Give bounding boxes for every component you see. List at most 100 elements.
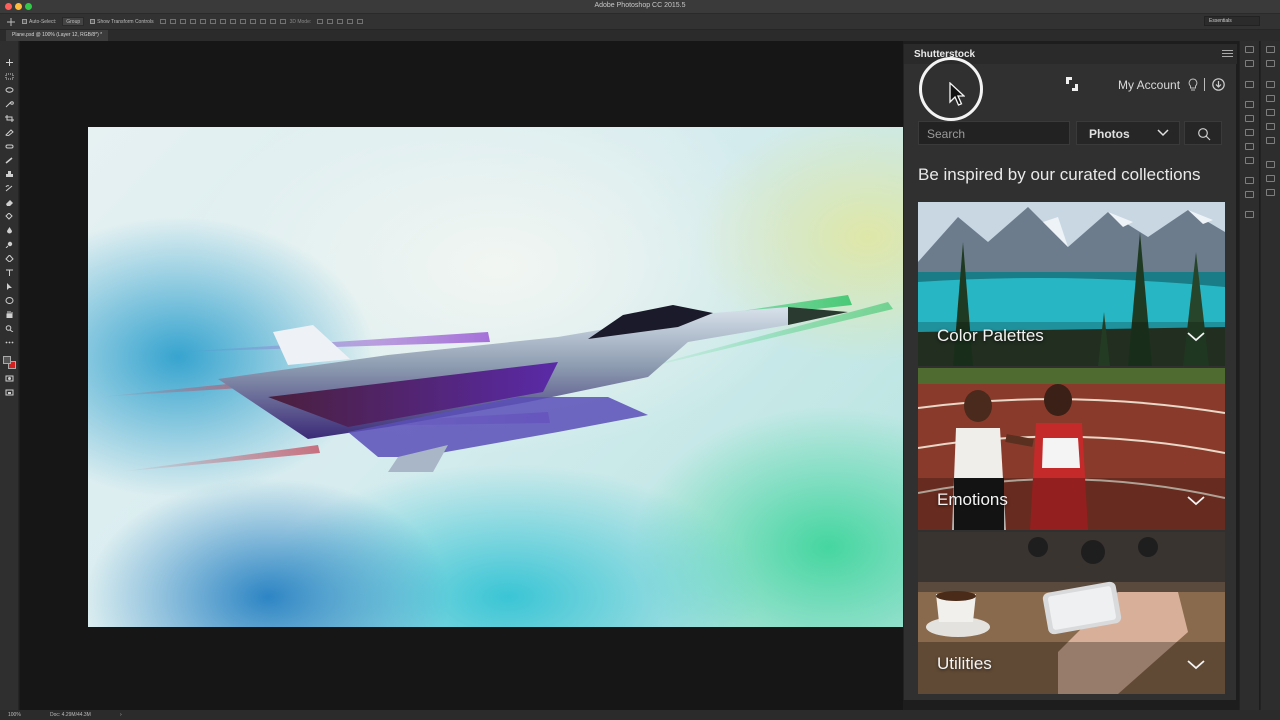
layers-panel-icon[interactable] xyxy=(1266,46,1275,53)
libraries-panel-icon[interactable] xyxy=(1266,137,1275,144)
history-brush-tool[interactable] xyxy=(5,185,14,192)
foreground-color-swatch[interactable] xyxy=(3,356,11,364)
search-input[interactable]: Search xyxy=(918,121,1070,145)
align-right-icon[interactable] xyxy=(209,19,216,24)
zoom-tool[interactable] xyxy=(5,325,14,332)
type-tool[interactable] xyxy=(5,269,14,276)
auto-align-icon[interactable] xyxy=(279,19,286,24)
actions-panel-icon[interactable] xyxy=(1245,157,1254,164)
paths-panel-icon[interactable] xyxy=(1266,81,1275,88)
distribute-middle-icon[interactable] xyxy=(229,19,236,24)
chevron-down-icon[interactable] xyxy=(1187,496,1205,506)
adjustments-panel-icon[interactable] xyxy=(1245,115,1254,122)
clone-stamp-tool[interactable] xyxy=(5,171,14,178)
eraser-icon xyxy=(6,200,13,206)
measurement-panel-icon[interactable] xyxy=(1266,189,1275,196)
align-left-icon[interactable] xyxy=(189,19,196,24)
distribute-bottom-icon[interactable] xyxy=(239,19,246,24)
document-size[interactable]: Doc: 4.29M/44.3M xyxy=(50,710,91,720)
auto-select-checkbox[interactable]: Auto-Select: xyxy=(22,19,56,25)
document-tab-bar: Plane.psd @ 100% (Layer 12, RGB/8*) * xyxy=(0,30,1280,41)
distribute-left-icon[interactable] xyxy=(249,19,256,24)
jet-illustration xyxy=(98,295,893,472)
lightbulb-icon[interactable] xyxy=(1188,78,1198,92)
gradient-tool[interactable] xyxy=(5,213,14,220)
hand-tool[interactable] xyxy=(5,311,14,318)
3d-panel-icon[interactable] xyxy=(1266,161,1275,168)
align-center-icon[interactable] xyxy=(199,19,206,24)
pen-tool[interactable] xyxy=(5,255,14,262)
show-transform-checkbox[interactable]: Show Transform Controls xyxy=(90,19,154,25)
3d-roll-icon[interactable] xyxy=(327,19,334,24)
3d-scale-icon[interactable] xyxy=(357,19,364,24)
styles-panel-icon[interactable] xyxy=(1266,95,1275,102)
move-icon xyxy=(7,17,15,26)
move-tool[interactable] xyxy=(5,59,14,66)
my-account-link[interactable]: My Account xyxy=(1118,78,1180,92)
dodge-tool[interactable] xyxy=(5,241,14,248)
3d-slide-icon[interactable] xyxy=(347,19,354,24)
plane-artwork[interactable] xyxy=(88,127,903,627)
align-bottom-icon[interactable] xyxy=(179,19,186,24)
notes-panel-icon[interactable] xyxy=(1245,191,1254,198)
brush-tool[interactable] xyxy=(5,157,14,164)
move-tool-preset[interactable] xyxy=(6,17,16,26)
bandage-icon xyxy=(5,144,14,149)
character-panel-icon[interactable] xyxy=(1245,129,1254,136)
distribute-top-icon[interactable] xyxy=(219,19,226,24)
chevron-down-icon xyxy=(1157,129,1169,137)
history-panel-icon[interactable] xyxy=(1245,46,1254,53)
collection-color-palettes[interactable]: Color Palettes xyxy=(918,202,1225,366)
history-brush-icon xyxy=(5,185,13,192)
path-selection-tool[interactable] xyxy=(5,283,14,290)
crop-tool[interactable] xyxy=(5,115,14,122)
zoom-level[interactable]: 100% xyxy=(8,710,21,720)
search-button[interactable] xyxy=(1184,121,1222,145)
align-top-icon[interactable] xyxy=(159,19,166,24)
lasso-tool[interactable] xyxy=(5,87,14,94)
auto-select-label: Auto-Select: xyxy=(29,18,57,25)
healing-brush-tool[interactable] xyxy=(5,143,14,150)
shutterstock-logo-icon[interactable] xyxy=(1065,76,1079,92)
channels-panel-icon[interactable] xyxy=(1266,60,1275,67)
info-panel-icon[interactable] xyxy=(1266,123,1275,130)
shape-tool[interactable] xyxy=(5,297,14,304)
distribute-right-icon[interactable] xyxy=(269,19,276,24)
quick-selection-tool[interactable] xyxy=(5,101,14,108)
media-type-value: Photos xyxy=(1089,127,1130,141)
edit-toolbar[interactable] xyxy=(5,339,14,346)
workspace-switcher[interactable]: Essentials xyxy=(1204,16,1260,26)
distribute-center-icon[interactable] xyxy=(259,19,266,24)
checkbox-icon xyxy=(22,19,27,24)
align-middle-icon[interactable] xyxy=(169,19,176,24)
download-icon[interactable] xyxy=(1212,78,1225,91)
timeline-panel-icon[interactable] xyxy=(1266,175,1275,182)
tools-panel xyxy=(0,41,19,710)
screen-mode-button[interactable] xyxy=(5,389,14,396)
media-type-select[interactable]: Photos xyxy=(1076,121,1180,145)
marquee-tool[interactable] xyxy=(5,73,14,80)
chevron-down-icon[interactable] xyxy=(1187,660,1205,670)
blur-tool[interactable] xyxy=(5,227,14,234)
status-menu-arrow[interactable]: › xyxy=(120,710,122,720)
eyedropper-tool[interactable] xyxy=(5,129,14,136)
brush-panel-icon[interactable] xyxy=(1245,101,1254,108)
auto-select-dropdown[interactable]: Group xyxy=(62,17,85,26)
glyphs-panel-icon[interactable] xyxy=(1245,177,1254,184)
panel-menu-icon[interactable] xyxy=(1222,50,1233,58)
3d-rotate-icon[interactable] xyxy=(317,19,324,24)
quick-mask-button[interactable] xyxy=(5,375,14,382)
app-title: Adobe Photoshop CC 2015.5 xyxy=(594,2,686,9)
tool-presets-panel-icon[interactable] xyxy=(1245,211,1254,218)
canvas-area[interactable] xyxy=(20,41,903,710)
chevron-down-icon[interactable] xyxy=(1187,332,1205,342)
document-tab[interactable]: Plane.psd @ 100% (Layer 12, RGB/8*) * xyxy=(6,30,109,41)
properties-panel-icon[interactable] xyxy=(1245,60,1254,67)
collection-utilities[interactable]: Utilities xyxy=(918,532,1225,694)
swatches-panel-icon[interactable] xyxy=(1245,81,1254,88)
collection-emotions[interactable]: Emotions xyxy=(918,368,1225,530)
3d-drag-icon[interactable] xyxy=(337,19,344,24)
paragraph-panel-icon[interactable] xyxy=(1245,143,1254,150)
color-panel-icon[interactable] xyxy=(1266,109,1275,116)
eraser-tool[interactable] xyxy=(5,199,14,206)
